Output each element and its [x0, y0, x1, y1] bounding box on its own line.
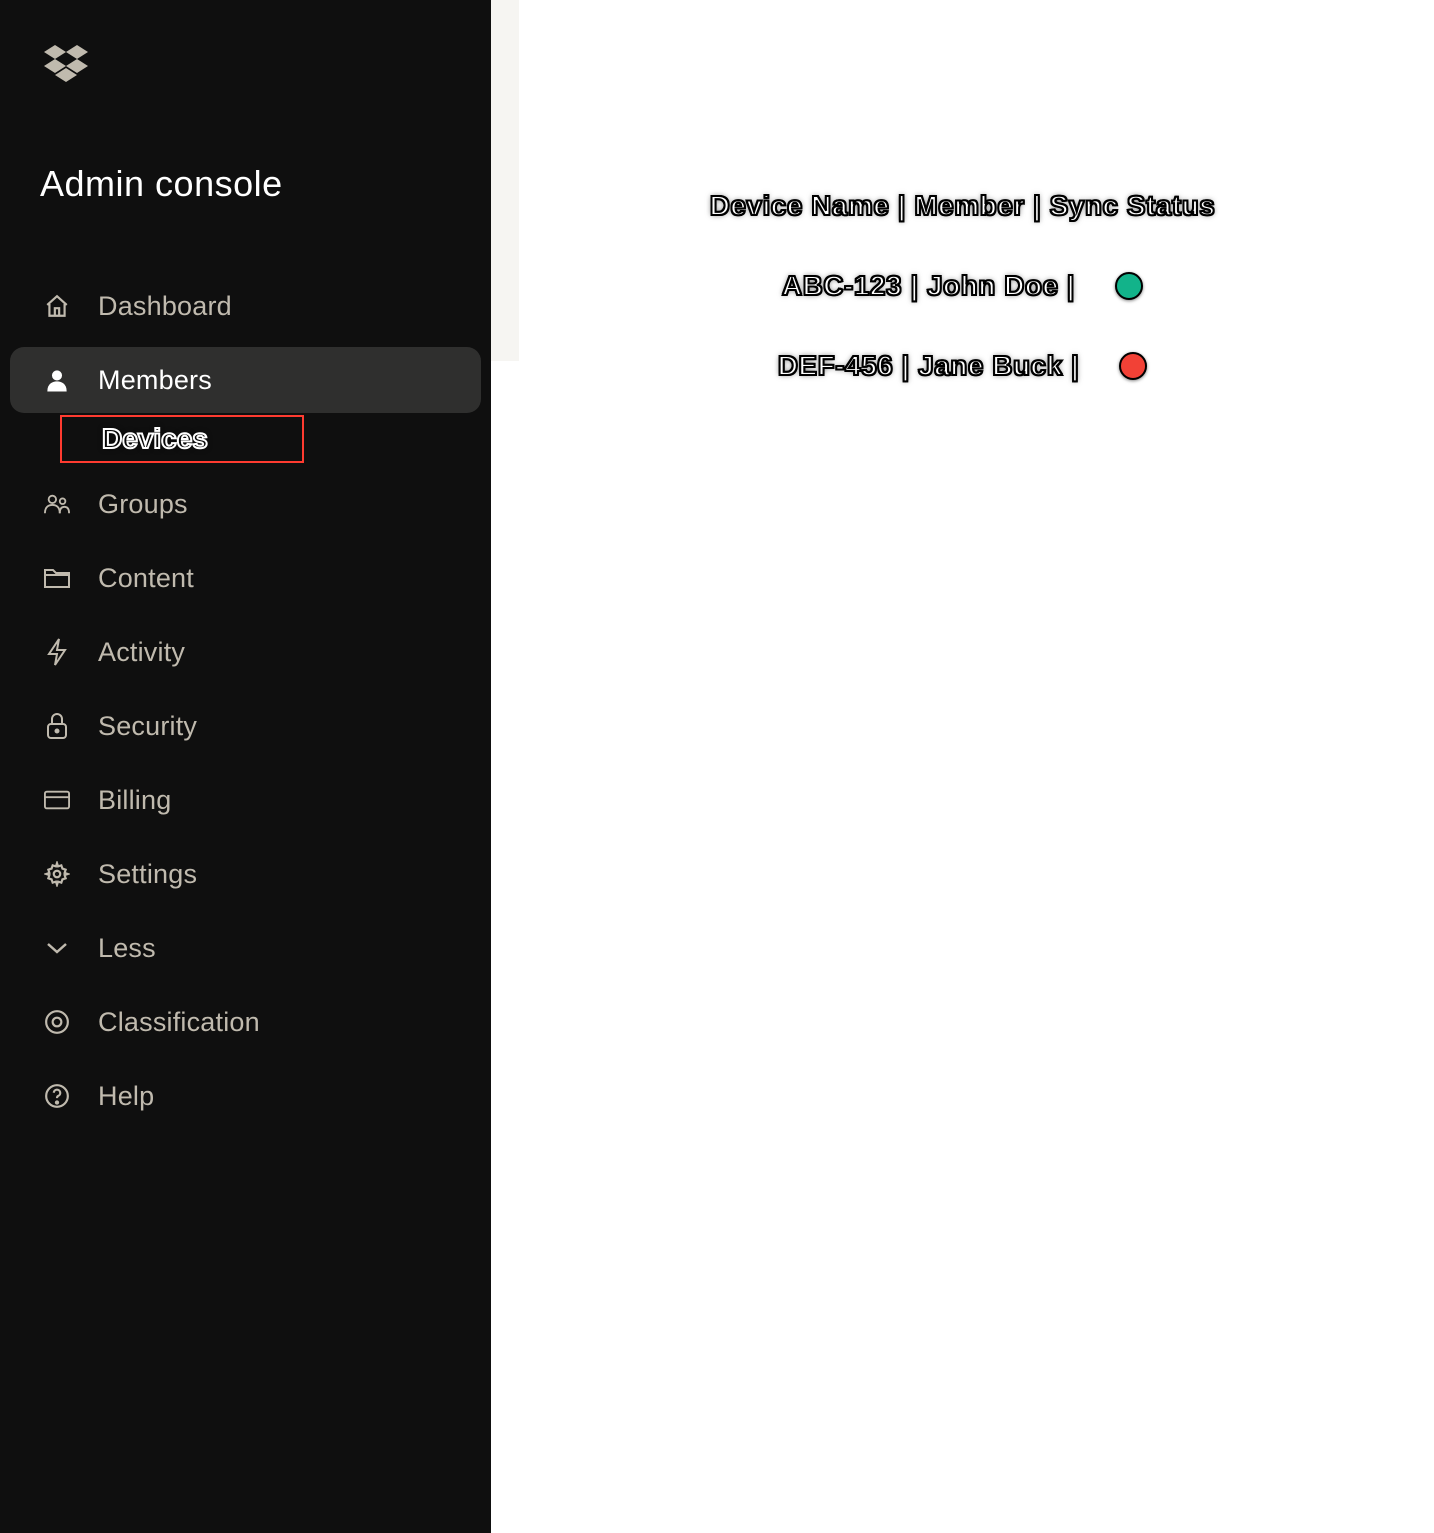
sidebar-item-classification[interactable]: Classification — [10, 989, 481, 1055]
sidebar-item-label: Settings — [98, 859, 197, 890]
devices-row: DEF-456 | Jane Buck | — [778, 350, 1148, 382]
sidebar-item-label: Help — [98, 1081, 154, 1112]
chevron-down-icon — [44, 935, 70, 961]
lock-icon — [44, 713, 70, 739]
sidebar-item-help[interactable]: Help — [10, 1063, 481, 1129]
sidebar-item-label: Groups — [98, 489, 188, 520]
devices-row-text: DEF-456 | Jane Buck | — [778, 350, 1080, 382]
people-icon — [44, 491, 70, 517]
sidebar-item-settings[interactable]: Settings — [10, 841, 481, 907]
status-dot-error-icon — [1119, 352, 1147, 380]
sidebar-item-activity[interactable]: Activity — [10, 619, 481, 685]
sidebar-item-label: Security — [98, 711, 197, 742]
home-icon — [44, 293, 70, 319]
devices-panel: Device Name | Member | Sync Status ABC-1… — [491, 0, 1434, 382]
bolt-icon — [44, 639, 70, 665]
badge-icon — [44, 1009, 70, 1035]
content-left-strip — [491, 0, 519, 361]
gear-icon — [44, 861, 70, 887]
devices-row: ABC-123 | John Doe | — [782, 270, 1143, 302]
sidebar-item-dashboard[interactable]: Dashboard — [10, 273, 481, 339]
card-icon — [44, 787, 70, 813]
sidebar-item-label: Classification — [98, 1007, 260, 1038]
folder-icon — [44, 565, 70, 591]
sidebar-nav: Dashboard Members Devices — [0, 205, 491, 1129]
sidebar-item-groups[interactable]: Groups — [10, 471, 481, 537]
help-icon — [44, 1083, 70, 1109]
sidebar-item-label: Content — [98, 563, 194, 594]
dropbox-logo-icon — [0, 0, 491, 88]
sidebar: Admin console Dashboard Members — [0, 0, 491, 1533]
sidebar-item-billing[interactable]: Billing — [10, 767, 481, 833]
app-root: Admin console Dashboard Members — [0, 0, 1434, 1533]
status-dot-synced-icon — [1115, 272, 1143, 300]
devices-header: Device Name | Member | Sync Status — [710, 190, 1216, 222]
sidebar-item-security[interactable]: Security — [10, 693, 481, 759]
page-title: Admin console — [0, 88, 491, 205]
sidebar-subitem-label: Devices — [102, 423, 208, 455]
content-area: Device Name | Member | Sync Status ABC-1… — [491, 0, 1434, 1533]
sidebar-item-label: Billing — [98, 785, 171, 816]
sidebar-item-less[interactable]: Less — [10, 915, 481, 981]
sidebar-item-label: Less — [98, 933, 156, 964]
sidebar-item-label: Activity — [98, 637, 185, 668]
sidebar-item-content[interactable]: Content — [10, 545, 481, 611]
sidebar-subitem-devices[interactable]: Devices — [60, 415, 304, 463]
devices-row-text: ABC-123 | John Doe | — [782, 270, 1075, 302]
sidebar-item-label: Members — [98, 365, 212, 396]
person-icon — [44, 367, 70, 393]
sidebar-item-members[interactable]: Members — [10, 347, 481, 413]
sidebar-item-label: Dashboard — [98, 291, 232, 322]
